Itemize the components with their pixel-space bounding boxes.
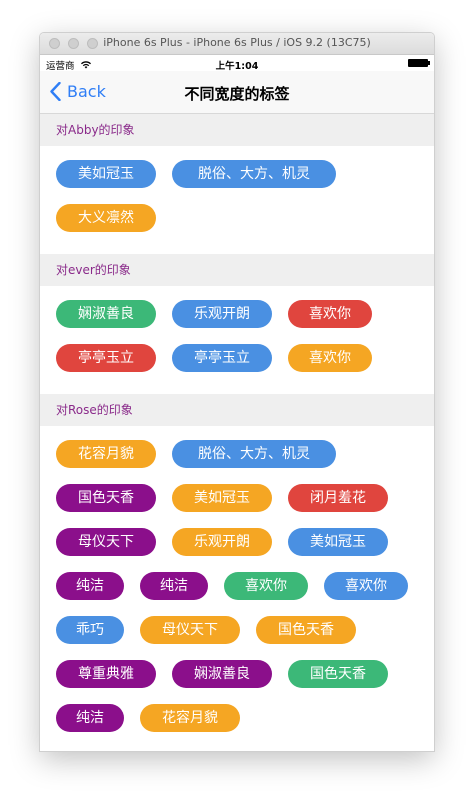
tag-row: 大义凛然 (56, 204, 434, 248)
tag-row: 尊重典雅 娴淑善良 国色天香 (56, 660, 434, 704)
tag-row: 花容月貌 脱俗、大方、机灵 (56, 440, 434, 484)
tag-pill[interactable]: 国色天香 (56, 484, 156, 512)
tag-row: 国色天香 美如冠玉 闭月羞花 (56, 484, 434, 528)
tag-pill[interactable]: 母仪天下 (140, 616, 240, 644)
simulator-window: iPhone 6s Plus - iPhone 6s Plus / iOS 9.… (40, 33, 434, 751)
tag-group: 美如冠玉 脱俗、大方、机灵 大义凛然 (40, 146, 434, 254)
status-bar: 运营商 上午1:04 (40, 55, 434, 72)
tag-pill[interactable]: 亭亭玉立 (56, 344, 156, 372)
tag-pill[interactable]: 闭月羞花 (288, 484, 388, 512)
tag-list: 对Abby的印象 美如冠玉 脱俗、大方、机灵 大义凛然 对ever的印象 娴淑善良 乐观开朗… (40, 114, 434, 751)
tag-pill[interactable]: 喜欢你 (288, 344, 372, 372)
tag-pill[interactable]: 国色天香 (256, 616, 356, 644)
window-titlebar: iPhone 6s Plus - iPhone 6s Plus / iOS 9.… (40, 33, 434, 55)
tag-pill[interactable]: 乐观开朗 (172, 300, 272, 328)
tag-row: 纯洁 花容月貌 (56, 704, 434, 748)
status-time: 上午1:04 (215, 61, 259, 72)
tag-pill[interactable]: 美如冠玉 (172, 484, 272, 512)
battery-icon (408, 59, 430, 67)
page-title: 不同宽度的标签 (184, 85, 290, 103)
tag-pill[interactable]: 喜欢你 (288, 300, 372, 328)
tag-pill[interactable]: 美如冠玉 (56, 160, 156, 188)
tag-pill[interactable]: 脱俗、大方、机灵 (172, 160, 336, 188)
section-header: 对Rose的印象 (40, 394, 434, 426)
section-header: 对Abby的印象 (40, 114, 434, 146)
tag-pill[interactable]: 花容月貌 (56, 440, 156, 468)
tag-pill[interactable]: 花容月貌 (140, 704, 240, 732)
tag-row: 娴淑善良 乐观开朗 喜欢你 (56, 300, 434, 344)
tag-pill[interactable]: 娴淑善良 (56, 300, 156, 328)
tag-pill[interactable]: 娴淑善良 (172, 660, 272, 688)
navigation-bar: Back 不同宽度的标签 (40, 71, 434, 114)
tag-group: 娴淑善良 乐观开朗 喜欢你 亭亭玉立 亭亭玉立 喜欢你 (40, 286, 434, 394)
tag-row: 母仪天下 乐观开朗 美如冠玉 (56, 528, 434, 572)
tag-pill[interactable]: 乖巧 (56, 616, 124, 644)
tag-pill[interactable]: 纯洁 (140, 572, 208, 600)
tag-pill[interactable]: 喜欢你 (224, 572, 308, 600)
section-header: 对ever的印象 (40, 254, 434, 286)
tag-pill[interactable]: 脱俗、大方、机灵 (172, 440, 336, 468)
window-title: iPhone 6s Plus - iPhone 6s Plus / iOS 9.… (103, 36, 371, 49)
tag-pill[interactable]: 母仪天下 (56, 528, 156, 556)
tag-pill[interactable]: 国色天香 (288, 660, 388, 688)
tag-row: 美如冠玉 脱俗、大方、机灵 (56, 160, 434, 204)
tag-pill[interactable]: 纯洁 (56, 572, 124, 600)
tag-row: 亭亭玉立 亭亭玉立 喜欢你 (56, 344, 434, 388)
tag-pill[interactable]: 亭亭玉立 (172, 344, 272, 372)
tag-pill[interactable]: 纯洁 (56, 704, 124, 732)
tag-row: 乖巧 母仪天下 国色天香 (56, 616, 434, 660)
tag-group: 花容月貌 脱俗、大方、机灵 国色天香 美如冠玉 闭月羞花 母仪天下 乐观开朗 美如冠玉 纯洁 纯洁… (40, 426, 434, 751)
tag-pill[interactable]: 乐观开朗 (172, 528, 272, 556)
tag-pill[interactable]: 大义凛然 (56, 204, 156, 232)
tag-pill[interactable]: 尊重典雅 (56, 660, 156, 688)
tag-row: 纯洁 纯洁 喜欢你 喜欢你 (56, 572, 434, 616)
tag-pill[interactable]: 美如冠玉 (288, 528, 388, 556)
tag-pill[interactable]: 喜欢你 (324, 572, 408, 600)
